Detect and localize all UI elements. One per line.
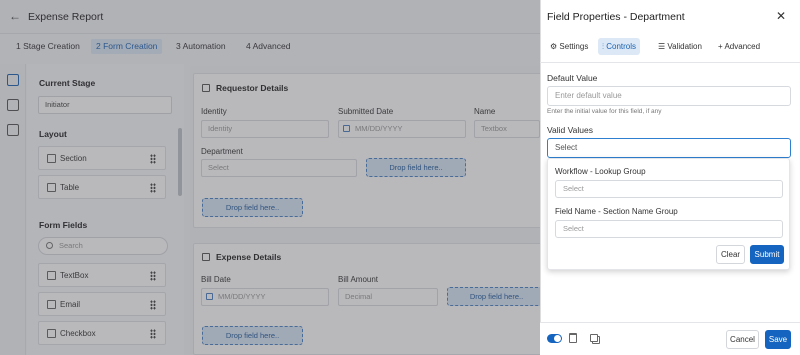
- tab-settings[interactable]: ⚙ Settings: [546, 38, 592, 55]
- close-icon[interactable]: ✕: [776, 10, 786, 22]
- modal-overlay[interactable]: [0, 0, 540, 355]
- clear-button[interactable]: Clear: [716, 245, 745, 264]
- sliders-icon: ⫶: [602, 42, 604, 51]
- default-value-input[interactable]: Enter default value: [547, 86, 791, 106]
- copy-icon[interactable]: [590, 334, 598, 342]
- trash-icon[interactable]: [569, 333, 577, 343]
- plus-icon: +: [718, 42, 723, 51]
- valid-values-label: Valid Values: [547, 125, 593, 135]
- section-group-label: Field Name - Section Name Group: [555, 207, 678, 216]
- tab-advanced[interactable]: + Advanced: [714, 38, 764, 55]
- panel-footer: [540, 322, 800, 355]
- list-icon: ☰: [658, 42, 666, 51]
- tab-label: Advanced: [724, 42, 761, 51]
- default-value-hint: Enter the initial value for this field, …: [547, 108, 662, 115]
- valid-values-select[interactable]: Select: [547, 138, 791, 158]
- panel-title: Field Properties - Department: [547, 11, 685, 23]
- tab-validation[interactable]: ☰ Validation: [654, 38, 706, 55]
- tab-label: Validation: [667, 42, 702, 51]
- lookup-group-select[interactable]: Select: [555, 180, 783, 198]
- submit-button[interactable]: Submit: [750, 245, 784, 264]
- section-group-select[interactable]: Select: [555, 220, 783, 238]
- enabled-toggle[interactable]: [547, 334, 562, 343]
- divider: [540, 62, 800, 63]
- save-button[interactable]: Save: [765, 330, 791, 349]
- gear-icon: ⚙: [550, 42, 558, 51]
- tab-label: Settings: [559, 42, 589, 51]
- cancel-button[interactable]: Cancel: [726, 330, 759, 349]
- tab-controls[interactable]: ⫶ Controls: [598, 38, 641, 55]
- default-value-label: Default Value: [547, 73, 598, 83]
- tab-label: Controls: [606, 42, 637, 51]
- lookup-group-label: Workflow - Lookup Group: [555, 167, 646, 176]
